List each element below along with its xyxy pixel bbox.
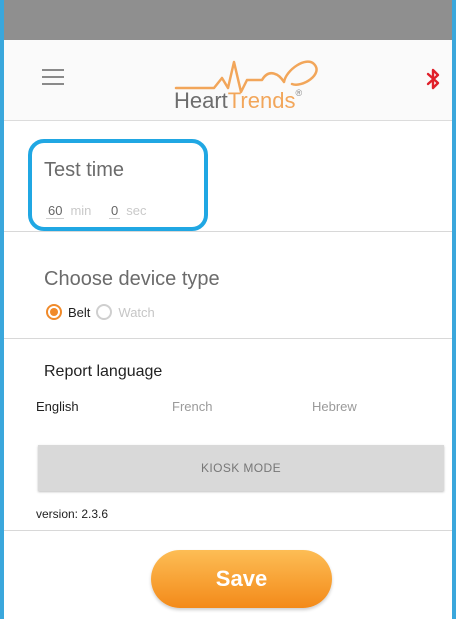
report-language-section: Report language English French Hebrew KI… (4, 339, 452, 531)
version-text: version: 2.3.6 (36, 507, 109, 521)
language-option-english[interactable]: English (36, 399, 79, 414)
app-frame: HeartTrends® Test time 60 min 0 sec Choose… (0, 0, 456, 619)
belt-radio-button[interactable] (46, 304, 62, 320)
test-time-title: Test time (44, 159, 125, 181)
bluetooth-icon[interactable] (426, 68, 440, 90)
app-bar: HeartTrends® (4, 40, 452, 121)
heart-trends-logo: HeartTrends® (174, 50, 344, 114)
seconds-unit: sec (126, 203, 147, 218)
kiosk-mode-button[interactable]: KIOSK MODE (38, 445, 444, 491)
save-button[interactable]: Save (151, 550, 332, 608)
language-option-french[interactable]: French (172, 399, 212, 414)
test-time-inputs: 60 min 0 sec (46, 203, 147, 219)
logo-accent-text: Trends (227, 88, 296, 113)
minutes-input[interactable]: 60 (46, 203, 65, 219)
hamburger-menu-icon[interactable] (42, 69, 64, 85)
test-time-section: Test time 60 min 0 sec (4, 121, 452, 232)
logo-text: HeartTrends® (174, 88, 302, 114)
minutes-unit: min (70, 203, 92, 218)
device-type-radio-group: Belt Watch (46, 304, 155, 320)
watch-radio-button[interactable] (96, 304, 113, 320)
belt-option-label: Belt (68, 304, 91, 320)
report-language-title: Report language (44, 363, 163, 380)
logo-main-text: Heart (174, 88, 228, 113)
device-type-section: Choose device type Belt Watch (4, 232, 452, 339)
seconds-input[interactable]: 0 (109, 203, 121, 219)
registered-mark: ® (295, 88, 303, 98)
device-type-title: Choose device type (44, 268, 220, 290)
status-bar (4, 0, 452, 40)
watch-option-label: Watch (118, 304, 155, 320)
language-option-hebrew[interactable]: Hebrew (312, 399, 357, 414)
